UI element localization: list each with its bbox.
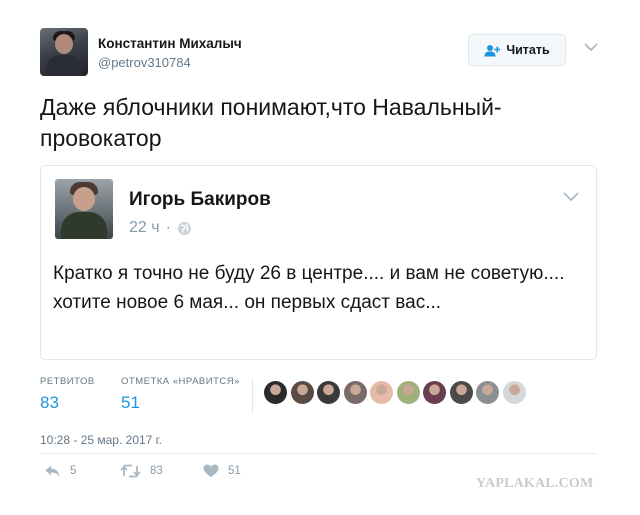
quoted-tweet[interactable]: Игорь Бакиров 22 ч · Кратко я точно не б… — [40, 165, 597, 360]
retweet-button[interactable]: 83 — [120, 464, 163, 478]
quoted-time-text: 22 ч — [129, 219, 160, 236]
quoted-chevron-down-icon[interactable] — [562, 191, 580, 202]
tweet-date[interactable]: 10:28 - 25 мар. 2017 г. — [40, 433, 162, 447]
add-user-icon — [484, 44, 501, 56]
likes-stat[interactable]: ОТМЕТКА «НРАВИТСЯ» 51 — [121, 376, 240, 413]
separator-dot: · — [165, 219, 171, 236]
liker-avatar[interactable] — [343, 381, 367, 404]
likers-avatars — [264, 381, 529, 404]
likes-count: 51 — [121, 393, 140, 412]
liker-avatar[interactable] — [449, 381, 473, 404]
follow-button[interactable]: Читать — [468, 34, 566, 66]
likes-label: ОТМЕТКА «НРАВИТСЯ» — [121, 376, 240, 387]
author-avatar[interactable] — [40, 28, 88, 76]
liker-avatar[interactable] — [290, 381, 314, 404]
stats-divider — [252, 378, 253, 414]
tweet-card: Константин Михалыч @petrov310784 Читать … — [0, 0, 640, 515]
retweet-icon — [120, 464, 141, 478]
retweets-count: 83 — [40, 393, 59, 412]
like-button[interactable]: 51 — [203, 464, 241, 478]
heart-icon — [203, 464, 219, 477]
liker-avatar[interactable] — [317, 381, 340, 404]
liker-avatar[interactable] — [502, 381, 526, 404]
globe-icon — [177, 221, 191, 235]
liker-avatar[interactable] — [370, 381, 393, 404]
author-name[interactable]: Константин Михалыч — [98, 36, 242, 51]
retweets-label: РЕТВИТОВ — [40, 376, 95, 387]
retweet-count: 83 — [150, 465, 163, 477]
actions-divider — [40, 453, 597, 454]
liker-avatar[interactable] — [476, 381, 499, 404]
like-count: 51 — [228, 465, 241, 477]
tweet-text: Даже яблочники понимают,что Навальный-пр… — [40, 94, 502, 151]
retweets-stat[interactable]: РЕТВИТОВ 83 — [40, 376, 95, 413]
follow-button-label: Читать — [506, 43, 550, 57]
site-watermark: YAPLAKAL.COM — [476, 476, 594, 491]
liker-avatar[interactable] — [423, 381, 446, 404]
liker-avatar[interactable] — [396, 381, 420, 404]
reply-count: 5 — [70, 465, 77, 477]
reply-button[interactable]: 5 — [44, 464, 76, 478]
quoted-author-avatar[interactable] — [55, 179, 113, 239]
liker-avatar[interactable] — [264, 381, 287, 404]
quoted-author-name[interactable]: Игорь Бакиров — [129, 189, 271, 211]
chevron-down-icon[interactable] — [583, 42, 599, 52]
quoted-tweet-text: Кратко я точно не буду 26 в центре.... и… — [53, 263, 565, 313]
quoted-timestamp: 22 ч · — [129, 219, 192, 237]
author-handle[interactable]: @petrov310784 — [98, 55, 191, 70]
reply-icon — [45, 465, 60, 477]
